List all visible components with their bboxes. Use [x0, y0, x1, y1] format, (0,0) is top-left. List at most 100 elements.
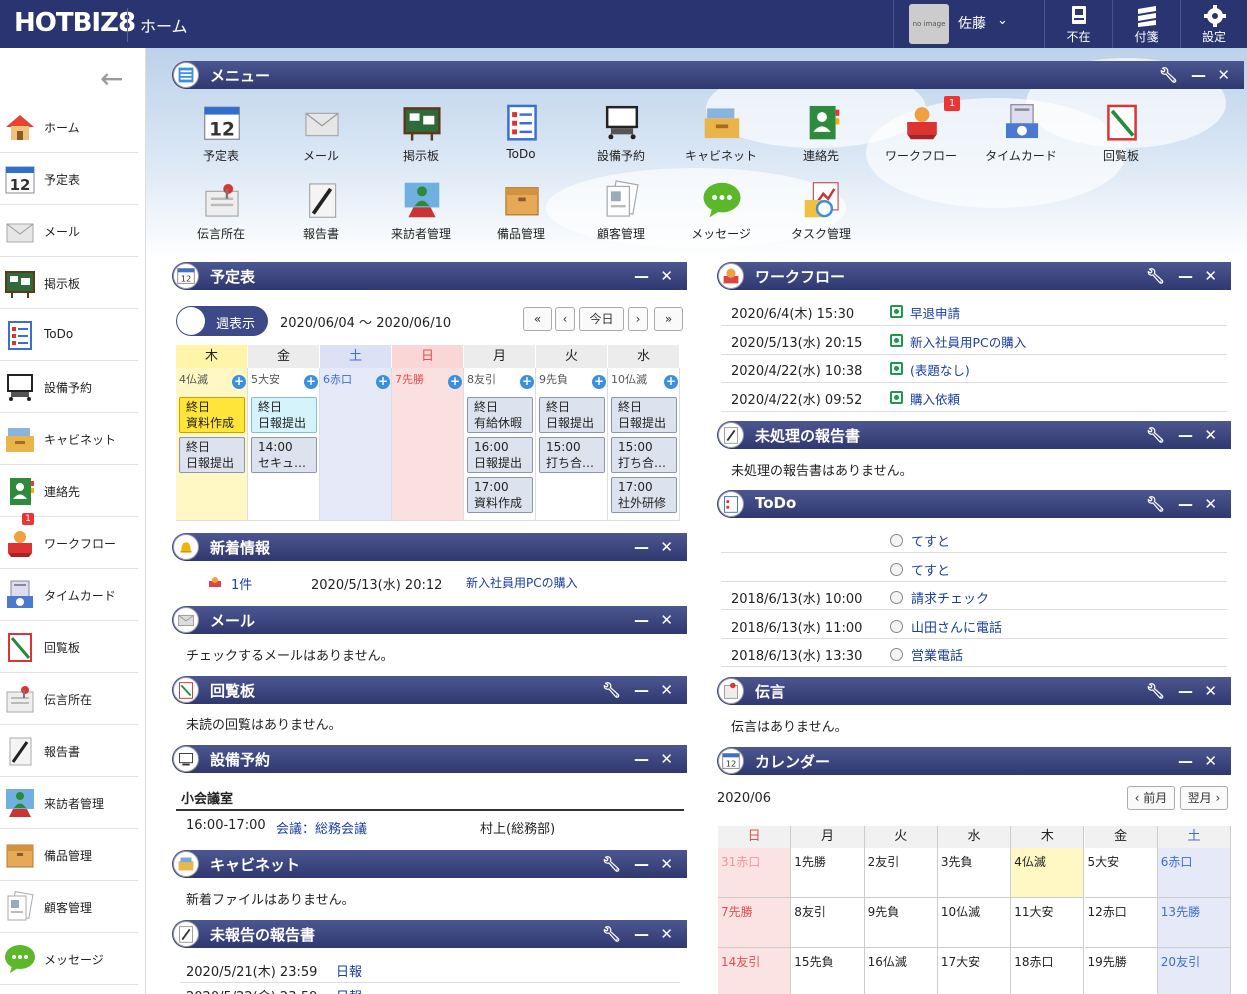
add-event-button[interactable]: +	[664, 375, 678, 389]
calendar-day[interactable]: 18赤口	[1011, 948, 1085, 994]
sidebar-item-message[interactable]: メッセージ	[0, 933, 138, 985]
sidebar-item-customer[interactable]: 顧客管理	[0, 881, 138, 933]
next-month-button[interactable]: 翌月 ›	[1180, 786, 1228, 810]
close-icon[interactable]: ✕	[660, 925, 673, 943]
sidebar-item-mail[interactable]: メール	[0, 205, 138, 257]
schedule-event[interactable]: 17:00 社外研修	[611, 477, 677, 513]
calendar-day[interactable]: 19先勝	[1084, 948, 1158, 994]
day-column[interactable]	[320, 368, 392, 521]
schedule-event[interactable]: 15:00 打ち合…	[539, 437, 605, 473]
menu-item-calendar[interactable]: 12 予定表	[181, 100, 261, 166]
add-event-button[interactable]: +	[304, 375, 318, 389]
sticky-note-button[interactable]: 付箋	[1112, 0, 1180, 48]
sidebar-item-circular[interactable]: 回覧板	[0, 621, 138, 673]
minimize-icon[interactable]: —	[1178, 752, 1193, 770]
user-menu[interactable]: no image 佐藤 ⌄	[893, 0, 1043, 48]
calendar-day[interactable]: 10仏滅	[937, 898, 1012, 948]
menu-item-mail[interactable]: メール	[281, 100, 361, 166]
add-event-button[interactable]: +	[232, 375, 246, 389]
add-event-button[interactable]: +	[592, 375, 606, 389]
sidebar-item-home[interactable]: ホーム	[0, 101, 138, 153]
menu-item-bulletin-board[interactable]: 掲示板	[381, 100, 461, 166]
todo-link[interactable]: 営業電話	[911, 645, 963, 664]
calendar-day[interactable]: 7先勝	[718, 898, 792, 948]
close-icon[interactable]: ✕	[660, 750, 673, 768]
report-link[interactable]: 日報	[336, 986, 362, 994]
minimize-icon[interactable]: —	[1191, 66, 1206, 84]
minimize-icon[interactable]: —	[634, 925, 649, 943]
add-event-button[interactable]: +	[376, 375, 390, 389]
minimize-icon[interactable]: —	[634, 267, 649, 285]
menu-item-customer[interactable]: 顧客管理	[581, 178, 661, 244]
sidebar-item-cabinet[interactable]: キャビネット	[0, 413, 138, 465]
news-count[interactable]: 1件	[231, 574, 252, 593]
schedule-event[interactable]: 14:00 セキュ…	[251, 437, 317, 473]
menu-item-todo[interactable]: ToDo	[481, 100, 561, 166]
next-week-button[interactable]: »	[654, 307, 683, 331]
calendar-day[interactable]: 4仏滅	[1011, 848, 1085, 898]
minimize-icon[interactable]: —	[634, 750, 649, 768]
sidebar-item-message-whereabouts[interactable]: 伝言所在	[0, 673, 138, 725]
close-icon[interactable]: ✕	[660, 267, 673, 285]
menu-item-facility[interactable]: 設備予約	[581, 100, 661, 166]
minimize-icon[interactable]: —	[1178, 267, 1193, 285]
sidebar-item-contacts[interactable]: 連絡先	[0, 465, 138, 517]
sidebar-item-calendar[interactable]: 12 予定表	[0, 153, 138, 205]
menu-item-message[interactable]: メッセージ	[681, 178, 761, 244]
app-logo[interactable]: HOTBIZ8	[14, 8, 136, 38]
calendar-day[interactable]: 16仏滅	[864, 948, 938, 994]
close-icon[interactable]: ✕	[660, 681, 673, 699]
close-icon[interactable]: ✕	[1204, 426, 1217, 444]
reservation-link[interactable]: 会議：総務会議	[276, 818, 367, 837]
wrench-icon[interactable]: 🔧︎	[1146, 495, 1165, 513]
menu-item-task[interactable]: タスク管理	[781, 178, 861, 244]
calendar-day[interactable]: 17大安	[937, 948, 1012, 994]
news-link[interactable]: 新入社員用PCの購入	[466, 574, 578, 591]
sidebar-item-visitor[interactable]: 来訪者管理	[0, 777, 138, 829]
minimize-icon[interactable]: —	[634, 681, 649, 699]
workflow-link[interactable]: (表題なし)	[910, 360, 970, 379]
wrench-icon[interactable]: 🔧︎	[1146, 267, 1165, 285]
menu-item-cabinet[interactable]: キャビネット	[681, 100, 761, 166]
menu-item-timecard[interactable]: タイムカード	[981, 100, 1061, 166]
calendar-day[interactable]: 3先負	[937, 848, 1012, 898]
prev-week-button[interactable]: «	[523, 307, 552, 331]
menu-item-report[interactable]: 報告書	[281, 178, 361, 244]
calendar-day[interactable]: 9先負	[864, 898, 938, 948]
schedule-event[interactable]: 終日 日報提出	[611, 397, 677, 433]
absent-button[interactable]: 不在	[1044, 0, 1112, 48]
menu-item-visitor[interactable]: 来訪者管理	[381, 178, 461, 244]
next-day-button[interactable]: ›	[628, 307, 648, 331]
menu-item-contacts[interactable]: 連絡先	[781, 100, 861, 166]
close-icon[interactable]: ✕	[1204, 752, 1217, 770]
todo-link[interactable]: てすと	[911, 531, 950, 550]
minimize-icon[interactable]: —	[1178, 682, 1193, 700]
close-icon[interactable]: ✕	[660, 538, 673, 556]
calendar-day[interactable]: 14友引	[718, 948, 792, 994]
close-icon[interactable]: ✕	[1204, 682, 1217, 700]
minimize-icon[interactable]: —	[1178, 495, 1193, 513]
calendar-day[interactable]: 12赤口	[1084, 898, 1158, 948]
calendar-day[interactable]: 11大安	[1011, 898, 1085, 948]
close-icon[interactable]: ✕	[1204, 267, 1217, 285]
settings-button[interactable]: 設定	[1180, 0, 1247, 48]
sidebar-item-facility[interactable]: 設備予約	[0, 361, 138, 413]
schedule-event[interactable]: 終日 有給休暇	[467, 397, 533, 433]
wrench-icon[interactable]: 🔧︎	[602, 681, 621, 699]
calendar-day[interactable]: 2友引	[864, 848, 938, 898]
calendar-day[interactable]: 1先勝	[791, 848, 865, 898]
minimize-icon[interactable]: —	[634, 538, 649, 556]
wrench-icon[interactable]: 🔧︎	[1146, 426, 1165, 444]
sidebar-item-bulletin-board[interactable]: 掲示板	[0, 257, 138, 309]
workflow-link[interactable]: 新入社員用PCの購入	[910, 332, 1026, 351]
wrench-icon[interactable]: 🔧︎	[602, 855, 621, 873]
close-icon[interactable]: ✕	[660, 855, 673, 873]
minimize-icon[interactable]: —	[1178, 426, 1193, 444]
todo-link[interactable]: 山田さんに電話	[911, 617, 1002, 636]
minimize-icon[interactable]: —	[634, 855, 649, 873]
sidebar-item-report[interactable]: 報告書	[0, 725, 138, 777]
add-event-button[interactable]: +	[448, 375, 462, 389]
schedule-event[interactable]: 16:00 日報提出	[467, 437, 533, 473]
add-event-button[interactable]: +	[520, 375, 534, 389]
minimize-icon[interactable]: —	[634, 611, 649, 629]
